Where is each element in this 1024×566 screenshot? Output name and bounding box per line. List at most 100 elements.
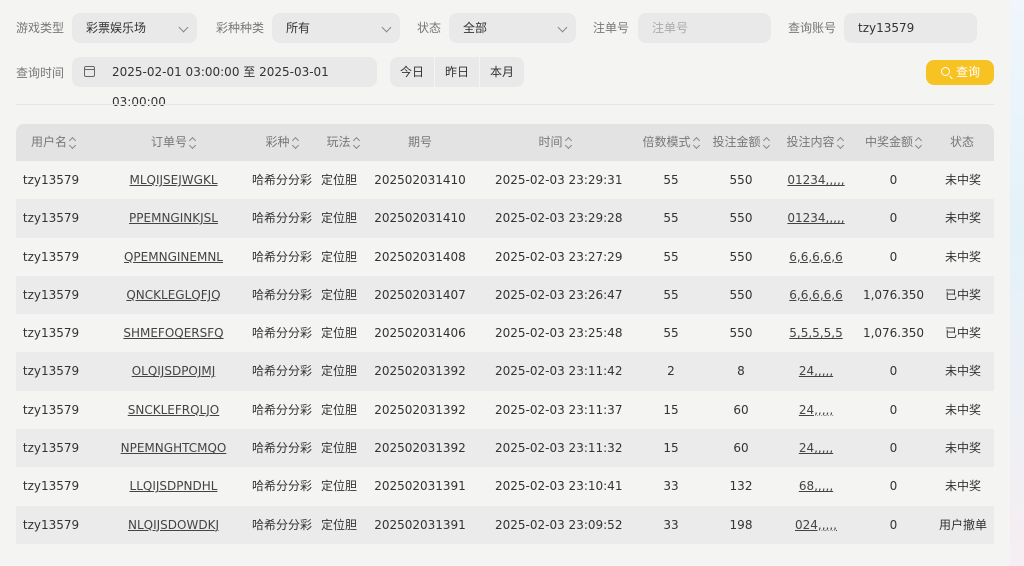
sort-icon bbox=[189, 137, 196, 149]
cell-bet: 550 bbox=[729, 173, 753, 187]
cell-content[interactable]: 6,6,6,6,6 bbox=[780, 276, 852, 314]
table-row: tzy13579 SNCKLEFRQLJO 哈希分分彩 定位胆 202502031392… bbox=[16, 391, 994, 429]
cell-content[interactable]: 68,,,,, bbox=[780, 467, 852, 505]
cell-time: 2025-02-03 23:26:47 bbox=[495, 287, 623, 302]
cell-time: 2025-02-03 23:27:29 bbox=[495, 249, 623, 264]
col-time-label: 时间 bbox=[538, 135, 563, 149]
cell-period: 202502031408 bbox=[374, 249, 466, 264]
yesterday-button[interactable]: 昨日 bbox=[435, 57, 480, 87]
lottery-kind-select[interactable]: 所有 bbox=[272, 13, 400, 43]
lottery-kind-value: 所有 bbox=[286, 21, 311, 35]
cell-content[interactable]: 24,,,,, bbox=[780, 352, 852, 390]
cell-period: 202502031391 bbox=[374, 517, 466, 532]
cell-win: 0 bbox=[889, 402, 898, 417]
sort-icon bbox=[292, 137, 299, 149]
cell-win: 0 bbox=[889, 249, 898, 264]
table-row: tzy13579 LLQIJSDPNDHL 哈希分分彩 定位胆 202502031391… bbox=[16, 467, 994, 505]
col-user[interactable]: 用户名 bbox=[16, 124, 91, 161]
time-label: 查询时间 bbox=[16, 66, 65, 80]
sort-icon bbox=[837, 137, 844, 149]
cell-win: 1,076.350 bbox=[862, 326, 925, 341]
sort-icon bbox=[69, 137, 76, 149]
col-win-amount-label: 中奖金额 bbox=[864, 135, 913, 149]
cell-multiple: 33 bbox=[663, 517, 679, 532]
col-status-label: 状态 bbox=[949, 135, 974, 149]
cell-time: 2025-02-03 23:11:42 bbox=[495, 364, 623, 379]
col-time[interactable]: 时间 bbox=[495, 124, 615, 161]
chevron-down-icon bbox=[557, 22, 568, 33]
cell-win: 1,076.350 bbox=[862, 287, 925, 302]
col-win-amount[interactable]: 中奖金额 bbox=[861, 124, 926, 161]
cell-time: 2025-02-03 23:25:48 bbox=[495, 326, 623, 341]
date-range-picker[interactable]: 2025-02-01 03:00:00 至 2025-03-01 03:00:0… bbox=[72, 57, 377, 109]
table-row: tzy13579 PPEMNGINKJSL 哈希分分彩 定位胆 202502031410… bbox=[16, 199, 994, 238]
table-row: tzy13579 QPEMNGINEMNL 哈希分分彩 定位胆 202502031408… bbox=[16, 238, 994, 276]
cell-win: 0 bbox=[889, 211, 898, 226]
sort-icon bbox=[763, 137, 770, 149]
cell-status: 未中奖 bbox=[944, 479, 981, 494]
col-bet-amount[interactable]: 投注金额 bbox=[710, 124, 772, 161]
table-row: tzy13579 NLQIJSDOWDKJ 哈希分分彩 定位胆 202502031391… bbox=[16, 505, 994, 544]
cell-content[interactable]: 5,5,5,5,5 bbox=[780, 314, 852, 352]
cell-win: 0 bbox=[889, 441, 898, 456]
cell-content[interactable]: 24,,,,, bbox=[780, 391, 852, 429]
cell-multiple: 55 bbox=[663, 211, 679, 226]
game-type-select[interactable]: 彩票娱乐场 bbox=[72, 13, 197, 43]
cell-content[interactable]: 01234,,,,, bbox=[780, 161, 852, 199]
sort-icon bbox=[693, 137, 700, 149]
cell-multiple: 55 bbox=[663, 173, 679, 187]
col-multiple-label: 倍数模式 bbox=[642, 135, 691, 149]
calendar-icon bbox=[84, 66, 95, 77]
cell-content[interactable]: 01234,,,,, bbox=[780, 199, 852, 237]
cell-play: 定位胆 bbox=[320, 211, 357, 226]
chevron-down-icon bbox=[381, 22, 392, 33]
order-no-input[interactable]: 注单号 bbox=[638, 13, 771, 43]
cell-status: 已中奖 bbox=[944, 287, 981, 302]
today-button[interactable]: 今日 bbox=[390, 57, 435, 87]
cell-user: tzy13579 bbox=[22, 287, 80, 302]
cell-win: 0 bbox=[889, 479, 898, 494]
cell-multiple: 55 bbox=[663, 249, 679, 264]
col-period-label: 期号 bbox=[407, 135, 432, 149]
cell-play: 定位胆 bbox=[320, 517, 357, 532]
col-multiple[interactable]: 倍数模式 bbox=[640, 124, 702, 161]
cell-time: 2025-02-03 23:29:31 bbox=[495, 173, 623, 187]
cell-status: 未中奖 bbox=[944, 211, 981, 226]
cell-time: 2025-02-03 23:11:32 bbox=[495, 441, 623, 456]
cell-multiple: 33 bbox=[663, 479, 679, 494]
cell-bet: 550 bbox=[729, 211, 753, 226]
cell-multiple: 55 bbox=[663, 287, 679, 302]
cell-content[interactable]: 6,6,6,6,6 bbox=[780, 238, 852, 276]
cell-play: 定位胆 bbox=[320, 287, 357, 302]
cell-user: tzy13579 bbox=[22, 173, 80, 187]
cell-content[interactable]: 24,,,,, bbox=[780, 429, 852, 467]
col-bet-content[interactable]: 投注内容 bbox=[780, 124, 850, 161]
cell-bet: 550 bbox=[729, 287, 753, 302]
search-button[interactable]: 查询 bbox=[926, 60, 994, 85]
game-type-label: 游戏类型 bbox=[16, 21, 65, 35]
cell-multiple: 2 bbox=[667, 364, 675, 379]
cell-play: 定位胆 bbox=[320, 249, 357, 264]
col-play-label: 玩法 bbox=[326, 135, 351, 149]
col-play[interactable]: 玩法 bbox=[308, 124, 378, 161]
account-input[interactable]: tzy13579 bbox=[844, 13, 977, 43]
table-row: tzy13579 OLQIJSDPOJMJ 哈希分分彩 定位胆 202502031392… bbox=[16, 352, 994, 391]
cell-user: tzy13579 bbox=[22, 364, 80, 379]
cell-play: 定位胆 bbox=[320, 402, 357, 417]
cell-period: 202502031406 bbox=[374, 326, 466, 341]
col-bet-content-label: 投注内容 bbox=[786, 135, 835, 149]
order-no-label: 注单号 bbox=[593, 21, 630, 35]
divider bbox=[16, 104, 994, 105]
cell-win: 0 bbox=[889, 173, 898, 187]
status-select[interactable]: 全部 bbox=[449, 13, 576, 43]
cell-time: 2025-02-03 23:09:52 bbox=[495, 517, 623, 532]
cell-user: tzy13579 bbox=[22, 211, 80, 226]
col-period: 期号 bbox=[370, 124, 470, 161]
cell-play: 定位胆 bbox=[320, 441, 357, 456]
lottery-kind-label: 彩种种类 bbox=[216, 21, 265, 35]
this-month-button[interactable]: 本月 bbox=[480, 57, 524, 87]
col-order-label: 订单号 bbox=[150, 135, 187, 149]
cell-bet: 132 bbox=[729, 479, 753, 494]
status-label: 状态 bbox=[417, 21, 442, 35]
cell-content[interactable]: 024,,,,, bbox=[780, 506, 852, 544]
